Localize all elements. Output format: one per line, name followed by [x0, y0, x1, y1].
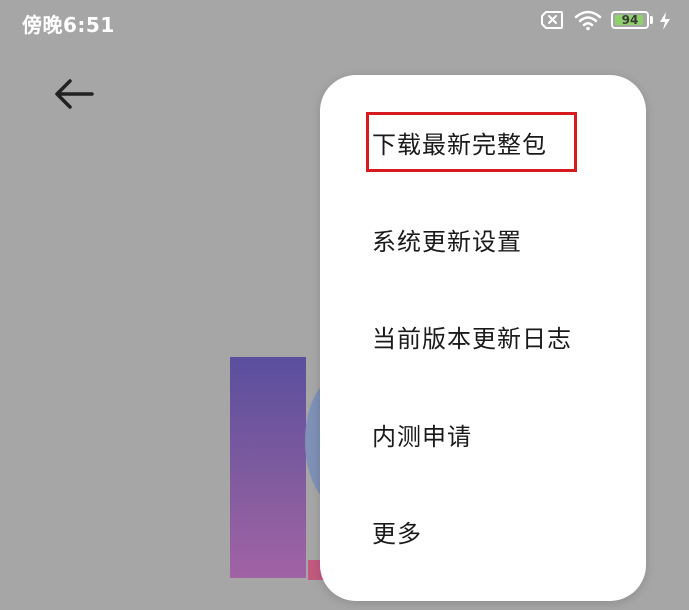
battery-icon: 94 [611, 11, 649, 29]
wifi-icon [574, 9, 602, 35]
status-time: 傍晚6:51 [22, 13, 115, 37]
status-bar: 傍晚6:51 94 [0, 0, 689, 44]
battery-cap [650, 16, 653, 24]
menu-item-beta-application[interactable]: 内测申请 [372, 407, 632, 467]
overflow-menu: 下载最新完整包 系统更新设置 当前版本更新日志 内测申请 更多 [320, 75, 646, 601]
menu-item-update-settings[interactable]: 系统更新设置 [372, 212, 632, 272]
menu-item-download-full-package[interactable]: 下载最新完整包 [372, 115, 632, 175]
sim-card-x-icon [541, 11, 563, 33]
charging-bolt-icon [658, 11, 672, 35]
menu-item-changelog[interactable]: 当前版本更新日志 [372, 309, 632, 369]
battery-percent: 94 [621, 13, 639, 27]
arrow-left-icon [55, 79, 94, 109]
menu-item-more[interactable]: 更多 [372, 504, 632, 564]
logo-bar-graphic [230, 357, 306, 578]
back-button[interactable] [50, 74, 98, 114]
